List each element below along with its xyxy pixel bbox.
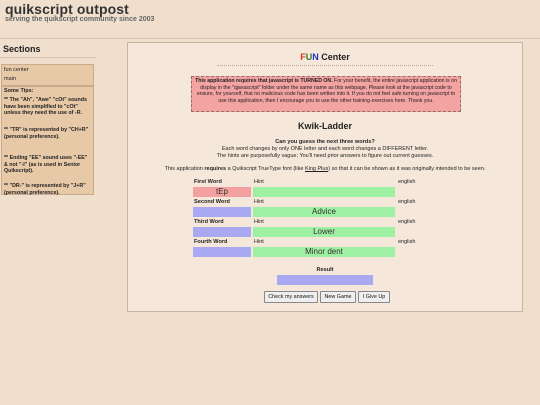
check-answers-button[interactable]: Check my answers (264, 291, 318, 303)
site-tagline: serving the quikscript community since 2… (5, 16, 155, 23)
row-label: First Word (194, 179, 222, 185)
king-plus-link[interactable]: King Plus (305, 166, 328, 172)
sidebar-item-fun-center[interactable]: fun center (4, 67, 28, 73)
sidebar-title: Sections (3, 44, 41, 54)
tips-title: Some Tips: (4, 88, 34, 94)
english-cell (397, 187, 458, 197)
word-text: tEp (215, 187, 228, 196)
english-header: english (398, 219, 416, 225)
english-cell (397, 227, 458, 237)
instruction-line: Each word changes by only ONE letter and… (221, 146, 429, 152)
hint-cell: Minor dent (253, 247, 395, 257)
sidebar-divider (0, 57, 96, 58)
english-cell (397, 207, 458, 217)
row-label: Fourth Word (194, 239, 228, 245)
question: Can you guess the next three words? (275, 139, 375, 145)
title-divider (217, 65, 433, 66)
sidebar: Sections fun center main Some Tips: ** T… (0, 40, 96, 405)
req-bold: requires (204, 166, 227, 172)
main-panel: FUN Center This application requires tha… (127, 42, 523, 312)
hint-header: Hint (254, 239, 264, 245)
ladder-grid: First Word Hint english tEp Second Word … (192, 179, 460, 261)
notice-bold: This application requires that javascrip… (195, 78, 333, 84)
hint-header: Hint (254, 219, 264, 225)
instruction-line: The hints are purposefully vague; You'll… (216, 153, 434, 159)
title-rest: Center (318, 52, 350, 62)
req-pre: This application (164, 166, 205, 172)
word-input[interactable] (193, 227, 251, 237)
sidebar-nav: fun center main (1, 64, 94, 86)
word-input[interactable] (193, 207, 251, 217)
word-cell: tEp (193, 187, 251, 197)
game-title: Kwik-Ladder (297, 121, 352, 131)
row-label: Third Word (194, 219, 224, 225)
row-label: Second Word (194, 199, 230, 205)
hint-cell: Lower (253, 227, 395, 237)
tip-item: ** The "Ah", "Awe" "cOt" sounds have bee… (4, 97, 87, 117)
english-header: english (398, 179, 416, 185)
english-header: english (398, 199, 416, 205)
req-mid: a Quikscript TrueType font (like (226, 166, 305, 172)
result-box (277, 275, 373, 285)
sidebar-item-main[interactable]: main (4, 76, 16, 82)
font-requirement: This application requires a Quikscript T… (128, 166, 522, 172)
section-title: FUN Center (128, 52, 522, 62)
hint-cell (253, 187, 395, 197)
notice-text: This application requires that javascrip… (195, 78, 457, 104)
word-input[interactable] (193, 247, 251, 257)
header-divider (0, 38, 540, 39)
site-header: quikscript outpost serving the quikscrip… (0, 0, 540, 38)
tip-item: ** "DR-" is represented by "J+R" (person… (4, 183, 86, 196)
hint-header: Hint (254, 179, 264, 185)
req-post: ) so that it can be shown as it was orig… (328, 166, 486, 172)
give-up-button[interactable]: I Give Up (358, 291, 390, 303)
site-title[interactable]: quikscript outpost (5, 1, 129, 17)
english-cell (397, 247, 458, 257)
result-label: Result (316, 267, 334, 273)
new-game-button[interactable]: New Game (320, 291, 356, 303)
tip-item: ** "TR" is represented by "CH+R" (person… (4, 127, 89, 140)
english-header: english (398, 239, 416, 245)
hint-cell: Advice (253, 207, 395, 217)
javascript-notice: This application requires that javascrip… (191, 76, 461, 112)
tips-box: Some Tips: ** The "Ah", "Awe" "cOt" soun… (1, 86, 94, 196)
hint-header: Hint (254, 199, 264, 205)
tip-item: ** Ending "EE" sound uses "-EE" & not "-… (4, 155, 88, 175)
